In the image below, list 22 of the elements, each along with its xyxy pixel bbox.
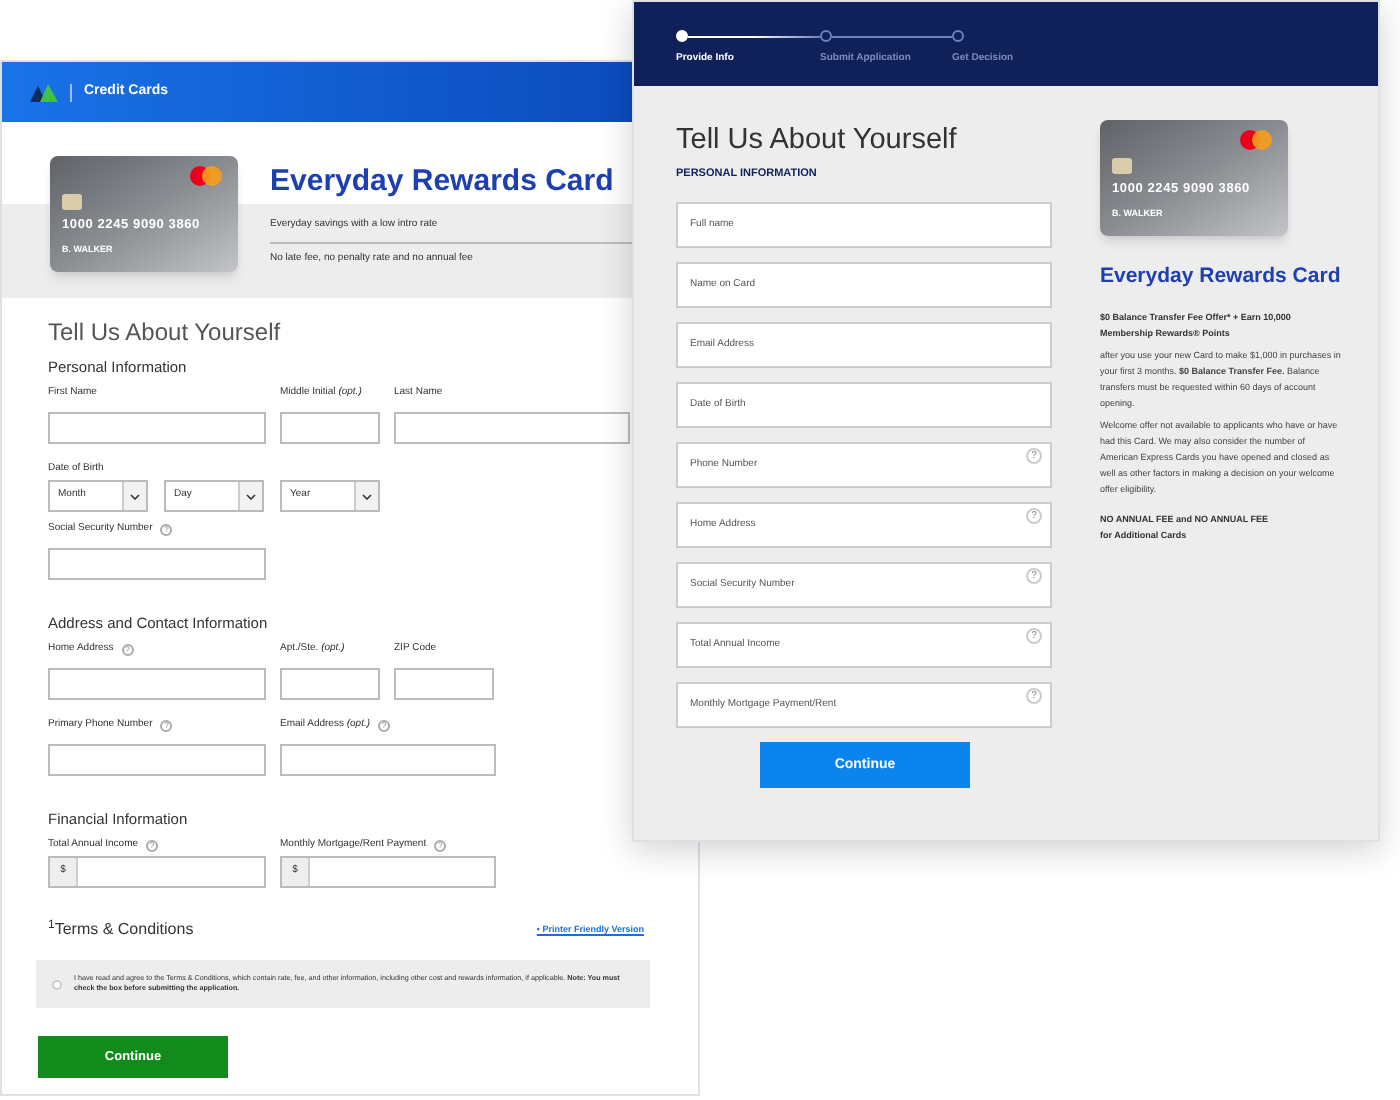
input-field[interactable] bbox=[394, 668, 494, 700]
chip-icon bbox=[1112, 158, 1132, 174]
input-field[interactable] bbox=[48, 412, 266, 444]
card-logo-icon bbox=[1240, 130, 1272, 150]
card-logo-icon bbox=[190, 166, 222, 186]
input-field[interactable] bbox=[48, 548, 266, 580]
logo-icon bbox=[30, 83, 58, 101]
form-heading: Tell Us About Yourself bbox=[676, 122, 959, 160]
terms-checkbox[interactable] bbox=[52, 979, 62, 989]
input-field[interactable] bbox=[280, 668, 380, 700]
input-field[interactable] bbox=[48, 668, 266, 700]
input-field[interactable] bbox=[280, 412, 380, 444]
chevron-down-icon bbox=[246, 493, 256, 499]
product-title: Everyday Rewards Card bbox=[270, 162, 616, 202]
chip-icon bbox=[62, 194, 82, 210]
chevron-down-icon bbox=[130, 493, 140, 499]
terms-heading: $^{1}$Terms & Conditions bbox=[48, 918, 194, 942]
input-field[interactable] bbox=[48, 744, 266, 776]
input-field[interactable] bbox=[394, 412, 630, 444]
product-title: Everyday Rewards Card bbox=[1100, 262, 1343, 292]
chevron-down-icon bbox=[362, 493, 372, 499]
input-field[interactable] bbox=[280, 744, 496, 776]
